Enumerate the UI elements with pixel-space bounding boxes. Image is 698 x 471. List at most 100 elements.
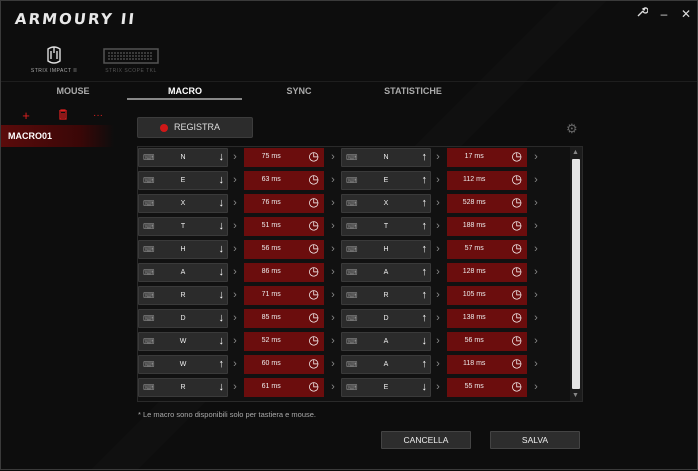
clock-icon[interactable]: ◷ [309, 379, 319, 393]
delay-field[interactable]: 118 ms ◷ [447, 355, 527, 374]
chevron-right-icon[interactable]: › [531, 380, 541, 394]
chevron-right-icon[interactable]: › [328, 380, 338, 394]
cancel-button[interactable]: CANCELLA [381, 431, 471, 449]
key-event[interactable]: ⌨ X ↑ [341, 194, 431, 213]
key-event[interactable]: ⌨ H ↓ [138, 240, 228, 259]
delay-field[interactable]: 56 ms ◷ [244, 240, 324, 259]
delay-field[interactable]: 112 ms ◷ [447, 171, 527, 190]
chevron-right-icon[interactable]: › [531, 196, 541, 210]
clock-icon[interactable]: ◷ [309, 356, 319, 370]
clock-icon[interactable]: ◷ [309, 241, 319, 255]
chevron-right-icon[interactable]: › [433, 242, 443, 256]
clock-icon[interactable]: ◷ [512, 195, 522, 209]
tools-icon[interactable] [632, 5, 652, 23]
device-strix-impact-ii[interactable]: STRIX IMPACT II [19, 41, 89, 77]
delay-field[interactable]: 128 ms ◷ [447, 263, 527, 282]
device-strix-scope-tkl[interactable]: STRIX SCOPE TKL [96, 41, 166, 77]
clock-icon[interactable]: ◷ [309, 218, 319, 232]
chevron-right-icon[interactable]: › [328, 311, 338, 325]
chevron-right-icon[interactable]: › [531, 173, 541, 187]
close-button[interactable]: ✕ [676, 5, 696, 23]
key-event[interactable]: ⌨R↑ [341, 286, 431, 305]
save-button[interactable]: SALVA [490, 431, 580, 449]
scroll-thumb[interactable] [572, 159, 580, 389]
tab-mouse[interactable]: MOUSE [53, 86, 93, 96]
clock-icon[interactable]: ◷ [309, 264, 319, 278]
clock-icon[interactable]: ◷ [512, 287, 522, 301]
chevron-right-icon[interactable]: › [531, 288, 541, 302]
key-event[interactable]: ⌨ R ↓ [138, 286, 228, 305]
chevron-right-icon[interactable]: › [433, 150, 443, 164]
key-event[interactable]: ⌨ A ↑ [341, 355, 431, 374]
key-event[interactable]: ⌨ D ↑ [341, 309, 431, 328]
chevron-right-icon[interactable]: › [328, 334, 338, 348]
chevron-right-icon[interactable]: › [531, 150, 541, 164]
chevron-right-icon[interactable]: › [433, 288, 443, 302]
key-event[interactable]: ⌨E↑ [341, 171, 431, 190]
tab-statistiche[interactable]: STATISTICHE [381, 86, 445, 96]
key-event[interactable]: ⌨ N ↑ [341, 148, 431, 167]
clock-icon[interactable]: ◷ [512, 379, 522, 393]
key-event[interactable]: ⌨ A ↓ [138, 263, 228, 282]
chevron-right-icon[interactable]: › [433, 265, 443, 279]
chevron-right-icon[interactable]: › [433, 311, 443, 325]
chevron-right-icon[interactable]: › [531, 334, 541, 348]
key-event[interactable]: ⌨ H ↑ [341, 240, 431, 259]
macro-list-item[interactable]: MACRO01 [1, 125, 114, 147]
clock-icon[interactable]: ◷ [309, 310, 319, 324]
chevron-right-icon[interactable]: › [531, 311, 541, 325]
chevron-right-icon[interactable]: › [328, 265, 338, 279]
chevron-right-icon[interactable]: › [531, 242, 541, 256]
delay-field[interactable]: 86 ms ◷ [244, 263, 324, 282]
delay-field[interactable]: 60 ms ◷ [244, 355, 324, 374]
chevron-right-icon[interactable]: › [433, 380, 443, 394]
chevron-right-icon[interactable]: › [433, 196, 443, 210]
clock-icon[interactable]: ◷ [512, 149, 522, 163]
delay-field[interactable]: 61 ms ◷ [244, 378, 324, 397]
key-event[interactable]: ⌨ R ↓ [138, 378, 228, 397]
clock-icon[interactable]: ◷ [309, 333, 319, 347]
scroll-down-icon[interactable]: ▼ [572, 392, 579, 399]
delay-field[interactable]: 105 ms ◷ [447, 286, 527, 305]
record-button[interactable]: REGISTRA [137, 117, 253, 138]
chevron-right-icon[interactable]: › [433, 334, 443, 348]
delay-field[interactable]: 56 ms ◷ [447, 332, 527, 351]
delay-field[interactable]: 71 ms ◷ [244, 286, 324, 305]
clock-icon[interactable]: ◷ [512, 264, 522, 278]
delay-field[interactable]: 63 ms ◷ [244, 171, 324, 190]
tab-sync[interactable]: SYNC [281, 86, 317, 96]
chevron-right-icon[interactable]: › [531, 219, 541, 233]
chevron-right-icon[interactable]: › [433, 173, 443, 187]
delay-field[interactable]: 528 ms ◷ [447, 194, 527, 213]
key-event[interactable]: ⌨ W ↑ [138, 355, 228, 374]
delay-field[interactable]: 138 ms ◷ [447, 309, 527, 328]
key-event[interactable]: ⌨ E ↓ [341, 378, 431, 397]
clock-icon[interactable]: ◷ [309, 172, 319, 186]
chevron-right-icon[interactable]: › [328, 173, 338, 187]
delay-field[interactable]: 188 ms ◷ [447, 217, 527, 236]
chevron-right-icon[interactable]: › [230, 150, 240, 164]
chevron-right-icon[interactable]: › [230, 288, 240, 302]
chevron-right-icon[interactable]: › [531, 265, 541, 279]
gear-icon[interactable]: ⚙ [566, 121, 578, 137]
chevron-right-icon[interactable]: › [328, 219, 338, 233]
chevron-right-icon[interactable]: › [328, 242, 338, 256]
clock-icon[interactable]: ◷ [512, 310, 522, 324]
clock-icon[interactable]: ◷ [512, 218, 522, 232]
key-event[interactable]: ⌨ T ↓ [138, 217, 228, 236]
delay-field[interactable]: 55 ms ◷ [447, 378, 527, 397]
delay-field[interactable]: 48 ms◷ [244, 401, 324, 402]
chevron-right-icon[interactable]: › [230, 173, 240, 187]
chevron-right-icon[interactable]: › [230, 219, 240, 233]
tab-macro[interactable]: MACRO [161, 86, 209, 96]
delay-field[interactable]: 75 ms ◷ [244, 148, 324, 167]
key-event[interactable]: ⌨ A ↑ [341, 263, 431, 282]
minimize-button[interactable]: – [654, 5, 674, 23]
clock-icon[interactable]: ◷ [512, 356, 522, 370]
more-options-icon[interactable]: ··· [91, 109, 105, 123]
key-event[interactable]: ⌨ N ↓ [138, 148, 228, 167]
chevron-right-icon[interactable]: › [328, 357, 338, 371]
key-event[interactable]: ⌨ T ↑ [341, 217, 431, 236]
clock-icon[interactable]: ◷ [512, 241, 522, 255]
chevron-right-icon[interactable]: › [328, 196, 338, 210]
